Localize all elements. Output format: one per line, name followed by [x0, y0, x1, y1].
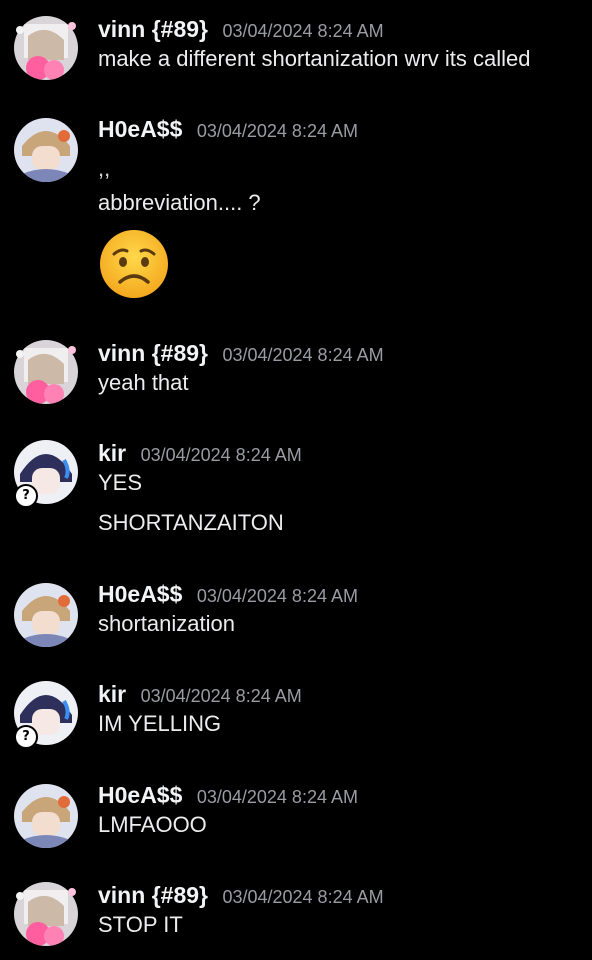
username[interactable]: H0eA$$: [98, 116, 182, 142]
timestamp: 03/04/2024 8:24 AM: [196, 121, 358, 141]
timestamp: 03/04/2024 8:24 AM: [222, 21, 384, 41]
message-text: make a different shortanization wrv its …: [98, 46, 531, 71]
username[interactable]: H0eA$$: [98, 581, 182, 607]
avatar[interactable]: [14, 882, 78, 946]
avatar[interactable]: [14, 16, 78, 80]
message-text: abbreviation.... ?: [98, 190, 261, 215]
message-text: STOP IT: [98, 912, 183, 937]
message-header: H0eA$$ 03/04/2024 8:24 AM: [98, 577, 358, 611]
message-header: kir 03/04/2024 8:24 AM: [98, 677, 302, 711]
message-text: LMFAOOO: [98, 812, 207, 837]
username[interactable]: kir: [98, 681, 126, 707]
message-header: kir 03/04/2024 8:24 AM: [98, 436, 302, 470]
timestamp: 03/04/2024 8:24 AM: [196, 787, 358, 807]
status-badge: ?: [14, 725, 38, 749]
message-header: vinn {#89} 03/04/2024 8:24 AM: [98, 12, 384, 46]
timestamp: 03/04/2024 8:24 AM: [222, 887, 384, 907]
message-text: ,,: [98, 156, 111, 181]
timestamp: 03/04/2024 8:24 AM: [140, 445, 302, 465]
status-badge: ?: [14, 484, 38, 508]
username[interactable]: vinn: [98, 340, 145, 366]
timestamp: 03/04/2024 8:24 AM: [196, 586, 358, 606]
user-tag: {#89}: [151, 16, 209, 42]
user-tag: {#89}: [151, 882, 209, 908]
avatar[interactable]: [14, 784, 78, 848]
message-header: H0eA$$ 03/04/2024 8:24 AM: [98, 112, 358, 146]
avatar[interactable]: [14, 118, 78, 182]
message-text: IM YELLING: [98, 711, 222, 736]
username[interactable]: kir: [98, 440, 126, 466]
username[interactable]: H0eA$$: [98, 782, 182, 808]
avatar[interactable]: ?: [14, 440, 78, 508]
worried-face-emoji: [98, 228, 170, 300]
message-header: vinn {#89} 03/04/2024 8:24 AM: [98, 336, 384, 370]
user-tag: {#89}: [151, 340, 209, 366]
username[interactable]: vinn: [98, 882, 145, 908]
timestamp: 03/04/2024 8:24 AM: [140, 686, 302, 706]
avatar[interactable]: [14, 583, 78, 647]
timestamp: 03/04/2024 8:24 AM: [222, 345, 384, 365]
message-text: SHORTANZAITON: [98, 510, 284, 535]
message-header: vinn {#89} 03/04/2024 8:24 AM: [98, 878, 384, 912]
message-header: H0eA$$ 03/04/2024 8:24 AM: [98, 778, 358, 812]
avatar[interactable]: [14, 340, 78, 404]
message-text: shortanization: [98, 611, 235, 636]
avatar[interactable]: ?: [14, 681, 78, 749]
username[interactable]: vinn: [98, 16, 145, 42]
message-text: yeah that: [98, 370, 189, 395]
message-text: YES: [98, 470, 143, 495]
